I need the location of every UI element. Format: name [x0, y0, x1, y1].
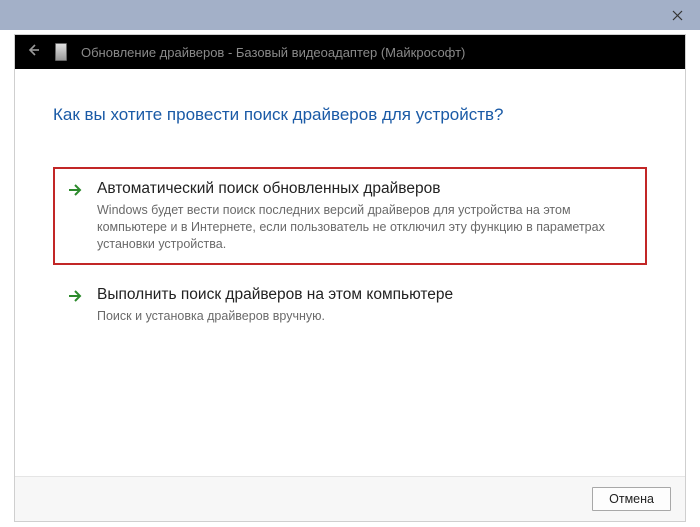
dialog-content: Как вы хотите провести поиск драйверов д… — [15, 69, 685, 476]
option-manual-desc: Поиск и установка драйверов вручную. — [97, 308, 633, 325]
arrow-right-icon — [67, 182, 83, 198]
option-manual-heading: Выполнить поиск драйверов на этом компью… — [97, 285, 633, 304]
option-auto-heading: Автоматический поиск обновленных драйвер… — [97, 179, 633, 198]
option-auto-desc: Windows будет вести поиск последних верс… — [97, 202, 633, 253]
option-manual-search[interactable]: Выполнить поиск драйверов на этом компью… — [53, 273, 647, 337]
back-button[interactable] — [25, 42, 41, 62]
dialog-footer: Отмена — [15, 476, 685, 521]
close-icon — [672, 10, 683, 21]
arrow-right-icon — [67, 288, 83, 304]
outer-titlebar — [0, 0, 700, 30]
dialog-header: Обновление драйверов - Базовый видеоадап… — [15, 35, 685, 69]
driver-update-dialog: Обновление драйверов - Базовый видеоадап… — [0, 0, 700, 527]
question-heading: Как вы хотите провести поиск драйверов д… — [53, 105, 647, 125]
back-arrow-icon — [25, 42, 41, 58]
cancel-button[interactable]: Отмена — [592, 487, 671, 511]
device-icon — [55, 43, 67, 61]
dialog-frame: Обновление драйверов - Базовый видеоадап… — [14, 34, 686, 522]
option-auto-search[interactable]: Автоматический поиск обновленных драйвер… — [53, 167, 647, 265]
dialog-title: Обновление драйверов - Базовый видеоадап… — [81, 45, 465, 60]
option-auto-text: Автоматический поиск обновленных драйвер… — [97, 179, 633, 253]
option-manual-text: Выполнить поиск драйверов на этом компью… — [97, 285, 633, 325]
close-button[interactable] — [654, 0, 700, 30]
